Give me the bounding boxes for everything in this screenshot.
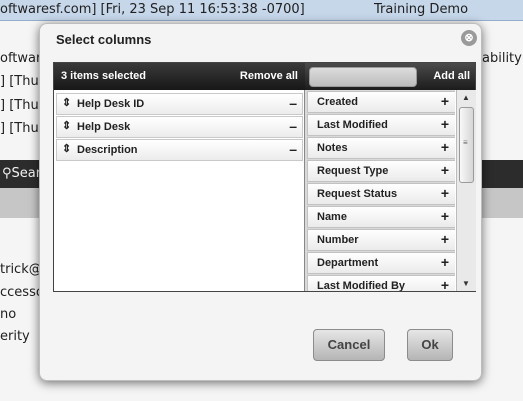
dialog-title: Select columns bbox=[56, 32, 152, 47]
selected-count: 3 items selected bbox=[61, 70, 146, 82]
remove-column-icon[interactable]: – bbox=[289, 118, 297, 134]
column-search-input[interactable] bbox=[309, 67, 417, 87]
drag-handle-icon[interactable]: ⇕ bbox=[62, 142, 71, 155]
add-column-icon[interactable]: + bbox=[441, 116, 449, 132]
selected-header-bar: 3 items selected Remove all bbox=[54, 63, 305, 90]
scroll-down-icon[interactable]: ▼ bbox=[462, 279, 470, 288]
available-column-label: Created bbox=[317, 96, 358, 108]
available-column-label: Last Modified By bbox=[317, 280, 406, 291]
add-column-icon[interactable]: + bbox=[441, 93, 449, 109]
selected-column-label: Description bbox=[77, 144, 138, 156]
available-column-label: Department bbox=[317, 257, 379, 269]
selected-columns-list: ⇕ Help Desk ID – ⇕ Help Desk – ⇕ Descrip… bbox=[54, 90, 305, 291]
add-column-icon[interactable]: + bbox=[441, 254, 449, 270]
drag-handle-icon[interactable]: ⇕ bbox=[62, 96, 71, 109]
available-column-item[interactable]: Department + bbox=[307, 252, 455, 274]
available-column-label: Name bbox=[317, 211, 347, 223]
available-column-label: Notes bbox=[317, 142, 348, 154]
scroll-up-icon[interactable]: ▲ bbox=[462, 93, 470, 102]
selected-column-label: Help Desk ID bbox=[77, 98, 145, 110]
ok-button[interactable]: Ok bbox=[407, 329, 453, 361]
scrollbar-thumb[interactable]: ≡ bbox=[459, 107, 474, 183]
columns-panel: 3 items selected Remove all Add all ⇕ He… bbox=[53, 62, 476, 292]
available-column-item[interactable]: Name + bbox=[307, 206, 455, 228]
add-column-icon[interactable]: + bbox=[441, 139, 449, 155]
available-column-item[interactable]: Notes + bbox=[307, 137, 455, 159]
available-column-item[interactable]: Last Modified + bbox=[307, 114, 455, 136]
available-column-item[interactable]: Number + bbox=[307, 229, 455, 251]
available-column-label: Number bbox=[317, 234, 359, 246]
available-column-label: Request Type bbox=[317, 165, 389, 177]
available-column-item[interactable]: Request Type + bbox=[307, 160, 455, 182]
available-column-label: Request Status bbox=[317, 188, 398, 200]
add-column-icon[interactable]: + bbox=[441, 231, 449, 247]
available-column-item[interactable]: Request Status + bbox=[307, 183, 455, 205]
add-column-icon[interactable]: + bbox=[441, 185, 449, 201]
remove-column-icon[interactable]: – bbox=[289, 95, 297, 111]
cancel-button[interactable]: Cancel bbox=[313, 329, 385, 361]
add-column-icon[interactable]: + bbox=[441, 162, 449, 178]
add-column-icon[interactable]: + bbox=[441, 277, 449, 291]
available-column-item[interactable]: Created + bbox=[307, 91, 455, 113]
add-all-button[interactable]: Add all bbox=[433, 70, 470, 82]
selected-column-label: Help Desk bbox=[77, 121, 131, 133]
select-columns-dialog: Select columns ⊗ 3 items selected Remove… bbox=[39, 23, 482, 381]
drag-handle-icon[interactable]: ⇕ bbox=[62, 119, 71, 132]
available-list-scrollbar[interactable]: ▲ ≡ ▼ bbox=[456, 90, 476, 291]
remove-all-button[interactable]: Remove all bbox=[240, 70, 298, 82]
available-header-bar: Add all bbox=[305, 63, 475, 90]
available-columns-list: Created + Last Modified + Notes + Reques… bbox=[305, 90, 455, 291]
selected-column-item[interactable]: ⇕ Description – bbox=[56, 139, 303, 161]
selected-column-item[interactable]: ⇕ Help Desk ID – bbox=[56, 93, 303, 115]
add-column-icon[interactable]: + bbox=[441, 208, 449, 224]
available-column-label: Last Modified bbox=[317, 119, 388, 131]
selected-column-item[interactable]: ⇕ Help Desk – bbox=[56, 116, 303, 138]
close-icon[interactable]: ⊗ bbox=[461, 30, 477, 46]
scroll-grip-icon: ≡ bbox=[463, 138, 468, 147]
available-column-item[interactable]: Last Modified By + bbox=[307, 275, 455, 291]
remove-column-icon[interactable]: – bbox=[289, 141, 297, 157]
